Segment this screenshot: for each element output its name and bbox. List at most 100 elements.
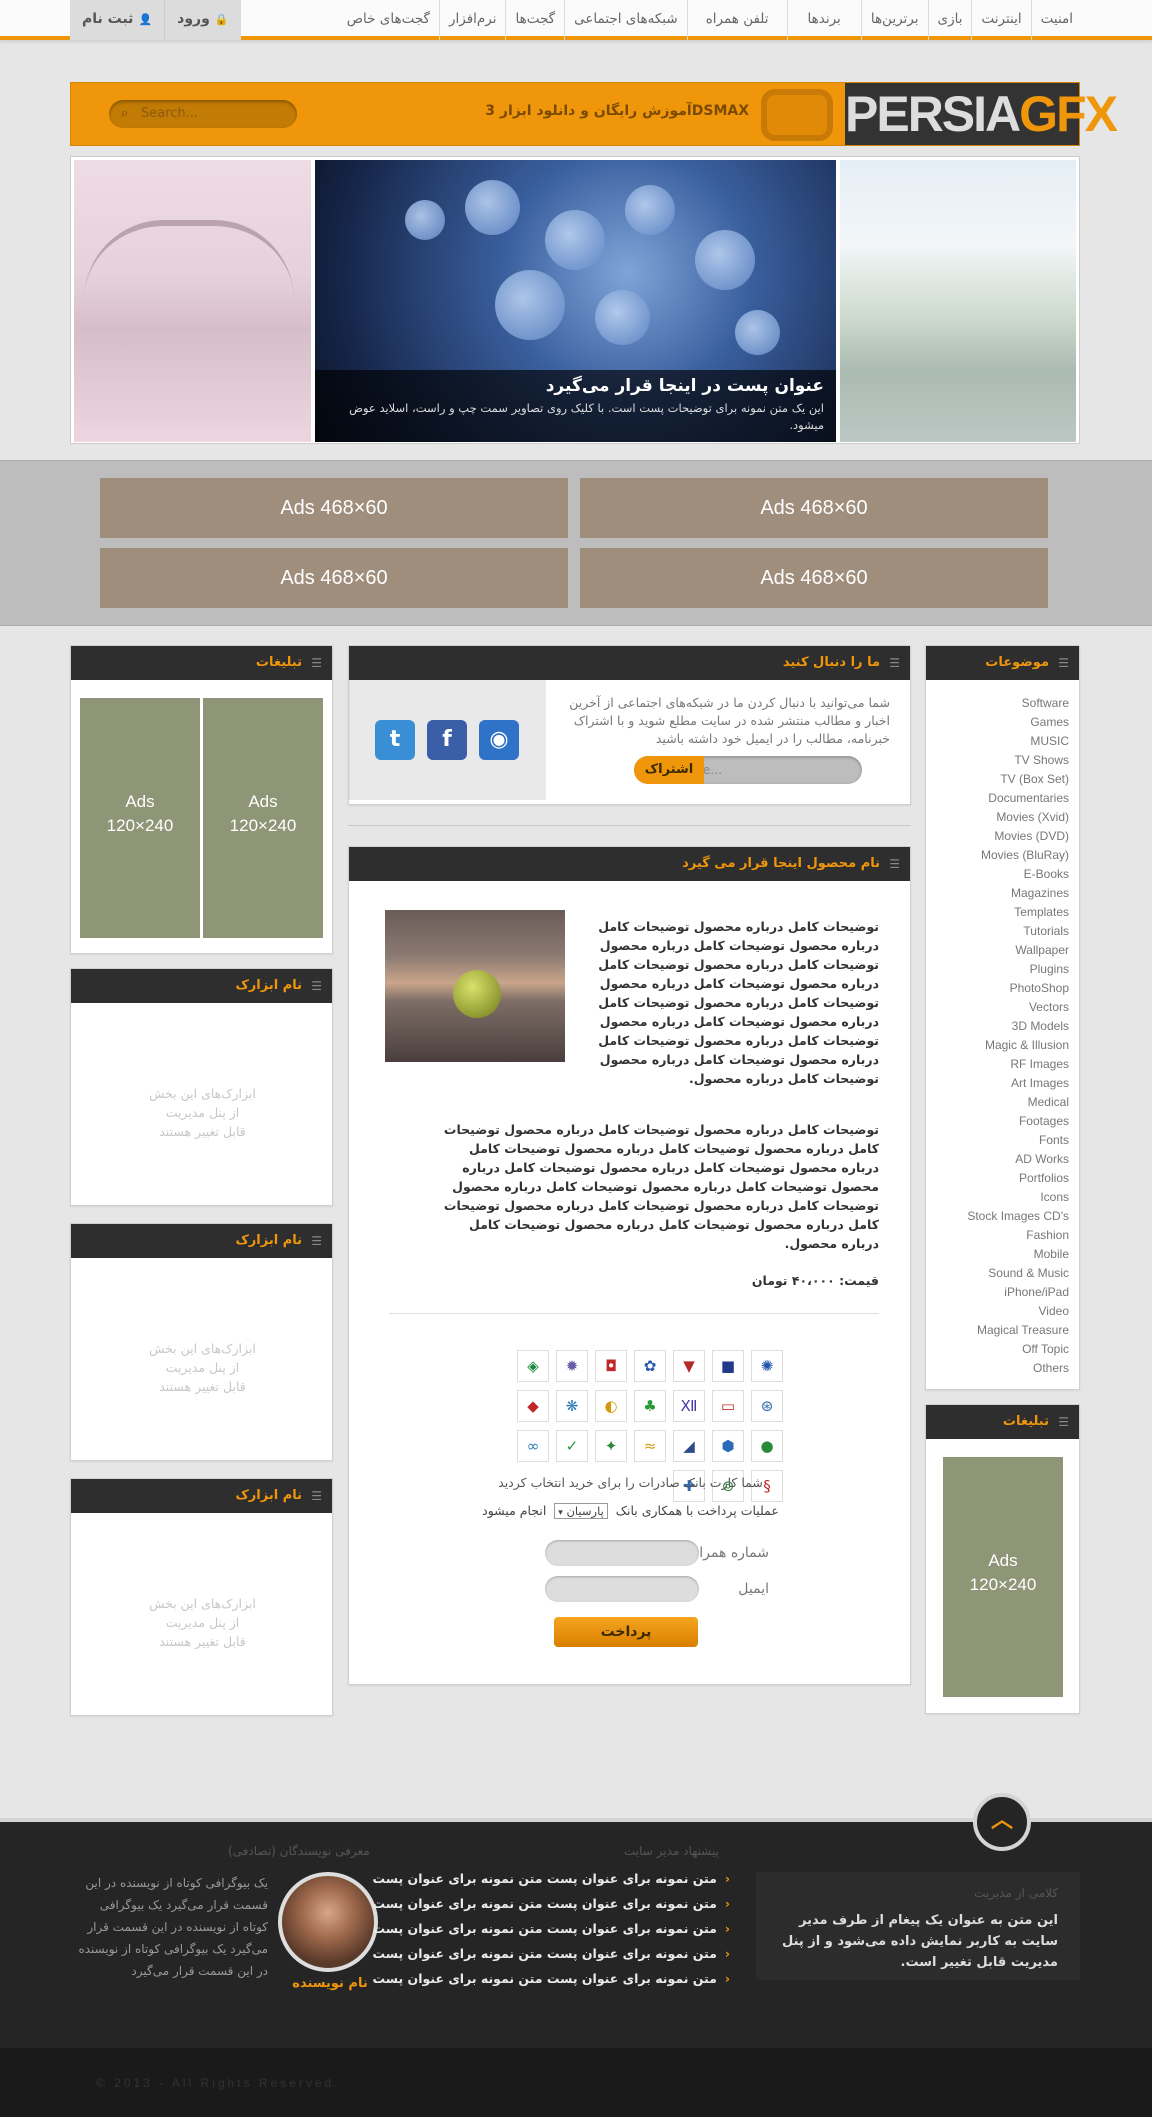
bank-logo-icon[interactable]: ✿ [634,1350,666,1382]
bank-logo-icon[interactable]: ♣ [634,1390,666,1422]
menu-item-mobile[interactable]: تلفن همراه [686,0,787,40]
email-input[interactable] [545,1576,699,1602]
bank-logo-icon[interactable]: ◈ [517,1350,549,1382]
topic-link[interactable]: Stock Images CD's [967,1207,1069,1226]
ad-120-left-2[interactable]: Ads 120×240 [80,698,200,938]
suggest-link[interactable]: ‹ متن نمونه برای عنوان پست متن نمونه برای… [373,1966,730,1991]
topic-link[interactable]: Medical [967,1093,1069,1112]
author-avatar[interactable] [278,1872,378,1972]
menu-item-gadgets[interactable]: گجت‌ها [505,0,564,40]
topic-link[interactable]: Movies (Xvid) [967,808,1069,827]
topic-link[interactable]: Sound & Music [967,1264,1069,1283]
ad-120-right[interactable]: Ads 120×240 [943,1457,1063,1697]
bank-select[interactable]: پارسیان ▾ [554,1503,608,1519]
topic-link[interactable]: E-Books [967,865,1069,884]
menu-item-brands[interactable]: برندها [786,0,861,40]
slide-current-image[interactable]: عنوان پست در اینجا قرار می‌گیرد این یک م… [315,160,836,442]
topic-link[interactable]: Tutorials [967,922,1069,941]
topic-link[interactable]: Icons [967,1188,1069,1207]
search-input[interactable]: ⌕ Search... [109,100,297,128]
topic-link[interactable]: TV (Box Set) [967,770,1069,789]
facebook-icon[interactable]: f [427,720,467,760]
login-button[interactable]: ورود 🔒 [164,0,241,40]
topic-link[interactable]: Fonts [967,1131,1069,1150]
topic-link[interactable]: Portfolios [967,1169,1069,1188]
menu-item-internet[interactable]: اینترنت [971,0,1030,40]
chevron-up-icon[interactable]: ︿ [973,1793,1031,1851]
author-name[interactable]: نام نویسنده [280,1976,380,1991]
newsletter-email-input[interactable]: Email Here... اشتراک [634,756,862,784]
bank-logo-icon[interactable]: ■ [712,1350,744,1382]
topic-link[interactable]: TV Shows [967,751,1069,770]
ad-468-4[interactable]: Ads 468×60 [100,548,568,608]
topic-link[interactable]: Games [967,713,1069,732]
phone-input[interactable] [545,1540,699,1566]
bank-logo-icon[interactable]: ✓ [556,1430,588,1462]
topic-link[interactable]: 3D Models [967,1017,1069,1036]
suggest-link[interactable]: ‹ متن نمونه برای عنوان پست متن نمونه برای… [373,1941,730,1966]
bank-logo-icon[interactable]: ◆ [517,1390,549,1422]
topic-link[interactable]: AD Works [967,1150,1069,1169]
bank-logo-icon[interactable]: ◢ [673,1430,705,1462]
subscribe-button[interactable]: اشتراک [634,756,704,784]
bank-logo-icon[interactable]: ✦ [595,1430,627,1462]
bank-logo-icon[interactable]: ❋ [556,1390,588,1422]
bank-logo-icon[interactable]: ✺ [751,1350,783,1382]
topic-link[interactable]: MUSIC [967,732,1069,751]
topic-link[interactable]: Others [967,1359,1069,1378]
topic-link[interactable]: Templates [967,903,1069,922]
menu-item-software[interactable]: نرم‌افزار [438,0,506,40]
slide-prev-image[interactable] [74,160,311,442]
topic-link[interactable]: Plugins [967,960,1069,979]
rss-icon[interactable]: ◉ [479,720,519,760]
suggest-link[interactable]: ‹ متن نمونه برای عنوان پست متن نمونه برای… [373,1866,730,1891]
menu-item-security[interactable]: امنیت [1030,0,1082,40]
bank-logo-icon[interactable]: ◐ [595,1390,627,1422]
slide-title[interactable]: عنوان پست در اینجا قرار می‌گیرد [327,376,824,396]
ad-468-3[interactable]: Ads 468×60 [580,548,1048,608]
bank-logo-icon[interactable]: ▭ [712,1390,744,1422]
topic-link[interactable]: Video [967,1302,1069,1321]
bank-logo-icon[interactable]: Ⅻ [673,1390,705,1422]
menu-item-special-gadgets[interactable]: گجت‌های خاص [338,0,439,40]
topic-link[interactable]: Mobile [967,1245,1069,1264]
suggest-link[interactable]: ‹ متن نمونه برای عنوان پست متن نمونه برای… [373,1891,730,1916]
bank-logo-icon[interactable]: ◘ [595,1350,627,1382]
ad-468-1[interactable]: Ads 468×60 [580,478,1048,538]
suggest-link[interactable]: ‹ متن نمونه برای عنوان پست متن نمونه برای… [373,1916,730,1941]
menu-item-best[interactable]: برترین‌ها [860,0,928,40]
topic-link[interactable]: Fashion [967,1226,1069,1245]
topic-link[interactable]: Movies (BluRay) [967,846,1069,865]
topic-link[interactable]: Vectors [967,998,1069,1017]
topic-link[interactable]: Wallpaper [967,941,1069,960]
topic-link[interactable]: Movies (DVD) [967,827,1069,846]
menu-item-games[interactable]: بازی [927,0,972,40]
ad-size: 120×240 [106,816,174,835]
topic-link[interactable]: RF Images [967,1055,1069,1074]
topic-link[interactable]: Software [967,694,1069,713]
pay-button[interactable]: پرداخت [554,1617,698,1647]
topic-link[interactable]: PhotoShop [967,979,1069,998]
bank-logo-icon[interactable]: ✹ [556,1350,588,1382]
menu-item-social[interactable]: شبکه‌های اجتماعی [564,0,687,40]
ad-468-2[interactable]: Ads 468×60 [100,478,568,538]
site-logo[interactable]: PERSIAGFX [845,83,1118,145]
topic-link[interactable]: Art Images [967,1074,1069,1093]
bank-logo-icon[interactable]: ⊛ [751,1390,783,1422]
bank-logo-icon[interactable]: ∞ [517,1430,549,1462]
topic-link[interactable]: Magazines [967,884,1069,903]
bank-logo-icon[interactable]: ≈ [634,1430,666,1462]
bank-logo-icon[interactable]: ▼ [673,1350,705,1382]
topic-link[interactable]: Footages [967,1112,1069,1131]
topic-link[interactable]: iPhone/iPad [967,1283,1069,1302]
twitter-icon[interactable]: t [375,720,415,760]
signup-button[interactable]: ثبت نام 👤 [70,0,165,40]
topic-link[interactable]: Documentaries [967,789,1069,808]
topic-link[interactable]: Magical Treasure [967,1321,1069,1340]
bank-logo-icon[interactable]: ⬢ [712,1430,744,1462]
topic-link[interactable]: Magic & Illusion [967,1036,1069,1055]
ad-120-left-1[interactable]: Ads 120×240 [203,698,323,938]
slide-next-image[interactable] [840,160,1076,442]
topic-link[interactable]: Off Topic [967,1340,1069,1359]
bank-logo-icon[interactable]: ● [751,1430,783,1462]
